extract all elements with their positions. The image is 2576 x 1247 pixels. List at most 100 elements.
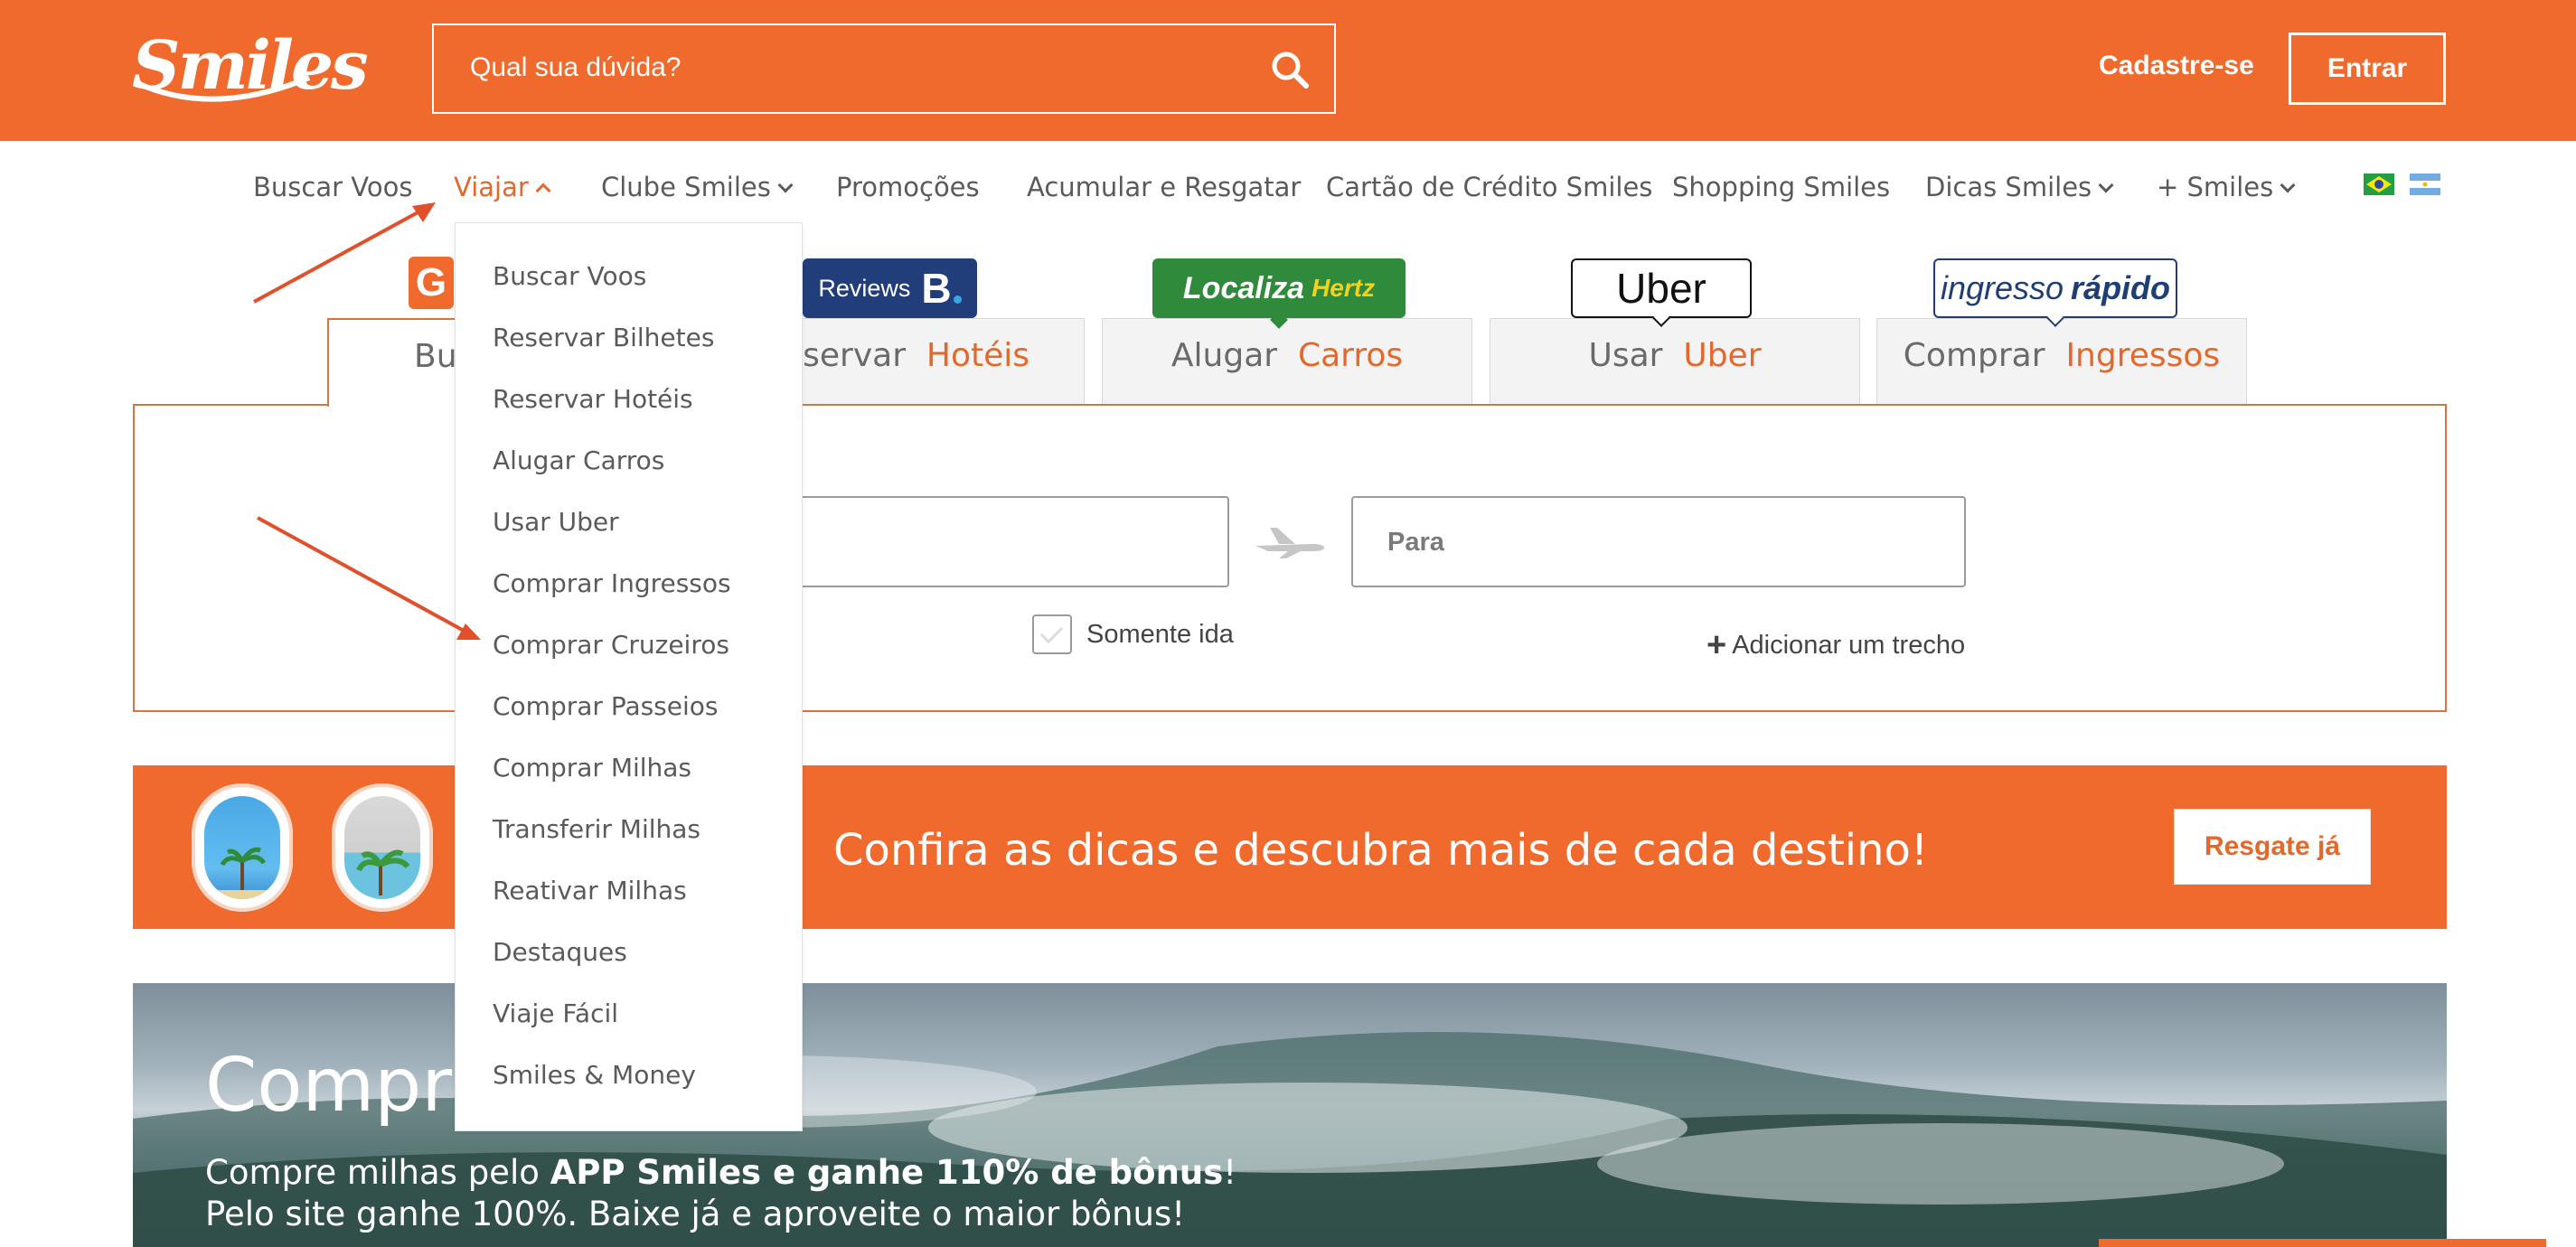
tab-verb: Bu	[414, 338, 457, 375]
tab-noun: Carros	[1297, 337, 1404, 374]
nav-item-promocoes[interactable]: Promoções	[836, 172, 980, 202]
badge-text: Localiza	[1182, 270, 1305, 305]
flag-argentina-icon[interactable]	[2410, 173, 2440, 195]
tab-label: Comprar Ingressos	[1877, 337, 2246, 374]
nav-label: Buscar Voos	[253, 172, 413, 202]
menu-item-reativar-milhas[interactable]: Reativar Milhas	[493, 876, 687, 905]
plus-icon: +	[1706, 626, 1727, 664]
tab-comprar-ingressos[interactable]: Comprar Ingressos	[1876, 318, 2247, 404]
nav-label: Acumular e Resgatar	[1027, 172, 1302, 202]
arrow-to-viajar	[253, 209, 422, 304]
add-leg-link[interactable]: + Adicionar um trecho	[1706, 624, 1966, 664]
one-way-label: Somente ida	[1086, 620, 1234, 649]
nav-label: + Smiles	[2157, 172, 2274, 202]
badge-text: ingresso	[1940, 269, 2064, 306]
hero-sub-prefix: Compre milhas pelo	[205, 1153, 550, 1192]
menu-item-buscar-voos[interactable]: Buscar Voos	[493, 261, 646, 291]
plane-icon	[1255, 528, 1324, 558]
menu-item-viaje-facil[interactable]: Viaje Fácil	[493, 999, 618, 1028]
nav-label: Viajar	[454, 172, 529, 202]
uber-logo: Uber	[1571, 258, 1752, 327]
resgate-button[interactable]: Resgate já	[2174, 809, 2371, 885]
nav-item-mais-smiles[interactable]: + Smiles	[2157, 172, 2296, 202]
menu-item-usar-uber[interactable]: Usar Uber	[493, 507, 619, 537]
menu-item-comprar-milhas[interactable]: Comprar Milhas	[493, 753, 691, 783]
smiles-badge-logo: G	[409, 257, 454, 309]
search-icon[interactable]	[1269, 49, 1311, 90]
login-button[interactable]: Entrar	[2289, 33, 2446, 105]
badge-text: G	[415, 260, 447, 305]
nav-item-cartao-credito[interactable]: Cartão de Crédito Smiles	[1326, 172, 1652, 202]
nav-item-acumular-resgatar[interactable]: Acumular e Resgatar	[1027, 172, 1301, 202]
menu-item-destaques[interactable]: Destaques	[493, 937, 627, 967]
booking-reviews-logo: Reviews B	[803, 258, 977, 318]
badge-extra-text: Hertz	[1312, 274, 1376, 302]
destination-input[interactable]: Para	[1351, 496, 1966, 587]
nav-label: Promoções	[836, 172, 980, 202]
chevron-down-icon	[2098, 177, 2114, 193]
menu-item-reservar-hoteis[interactable]: Reservar Hotéis	[493, 384, 693, 414]
chevron-up-icon	[535, 183, 551, 199]
signup-link[interactable]: Cadastre-se	[2099, 51, 2254, 81]
tab-verb: Alugar	[1170, 337, 1278, 374]
ingresso-rapido-logo: ingresso rápido	[1933, 258, 2177, 327]
tab-noun: Hotéis	[926, 337, 1030, 374]
logo-swoosh-icon	[136, 75, 311, 102]
menu-item-transferir-milhas[interactable]: Transferir Milhas	[493, 814, 700, 844]
menu-item-comprar-cruzeiros[interactable]: Comprar Cruzeiros	[493, 630, 729, 660]
nav-item-buscar-voos[interactable]: Buscar Voos	[253, 172, 412, 202]
tab-noun: Uber	[1683, 337, 1762, 374]
chevron-down-icon	[777, 177, 794, 193]
palm-tree-icon	[356, 849, 410, 895]
nav-label: Dicas Smiles	[1925, 172, 2092, 202]
hero-title: Compra	[205, 1043, 498, 1129]
menu-item-comprar-passeios[interactable]: Comprar Passeios	[493, 691, 719, 721]
viajar-dropdown-menu: Buscar Voos Reservar Bilhetes Reservar H…	[455, 222, 803, 1131]
nav-item-clube-smiles[interactable]: Clube Smiles	[601, 172, 794, 202]
menu-item-reservar-bilhetes[interactable]: Reservar Bilhetes	[493, 323, 714, 352]
tab-label: Usar Uber	[1490, 337, 1859, 374]
site-header: Smiles Qual sua dúvida? Cadastre-se Entr…	[0, 0, 2576, 141]
search-placeholder: Qual sua dúvida?	[470, 52, 682, 82]
window-view-sky	[204, 796, 280, 899]
help-search-input[interactable]: Qual sua dúvida?	[432, 23, 1336, 114]
tab-noun: Ingressos	[2065, 337, 2221, 374]
nav-item-shopping-smiles[interactable]: Shopping Smiles	[1672, 172, 1890, 202]
hero-cta-strip[interactable]	[2099, 1239, 2546, 1247]
badge-extra-text: rápido	[2071, 269, 2171, 306]
window-view-beach	[344, 796, 420, 899]
hero-subtitle: Compre milhas pelo APP Smiles e ganhe 11…	[205, 1153, 1236, 1192]
menu-item-smiles-money[interactable]: Smiles & Money	[493, 1060, 696, 1090]
tab-alugar-carros[interactable]: Alugar Carros	[1102, 318, 1472, 404]
localiza-hertz-logo: Localiza Hertz	[1152, 258, 1406, 329]
origin-input[interactable]	[777, 496, 1229, 587]
add-leg-label: Adicionar um trecho	[1732, 631, 1966, 660]
booking-dot	[953, 295, 962, 304]
hero-subtitle-2: Pelo site ganhe 100%. Baixe já e aprovei…	[205, 1195, 1186, 1233]
booking-b-mark: B	[921, 265, 952, 312]
one-way-checkbox[interactable]	[1032, 614, 1072, 654]
menu-item-alugar-carros[interactable]: Alugar Carros	[493, 445, 664, 475]
flag-brazil-icon[interactable]	[2364, 173, 2394, 195]
menu-item-comprar-ingressos[interactable]: Comprar Ingressos	[493, 568, 731, 598]
nav-label: Clube Smiles	[601, 172, 771, 202]
tab-verb: Usar	[1588, 337, 1663, 374]
airplane-window-icon	[332, 783, 433, 912]
airplane-window-icon	[192, 783, 293, 912]
tab-label: Alugar Carros	[1103, 337, 1471, 374]
tab-usar-uber[interactable]: Usar Uber	[1490, 318, 1860, 404]
nav-label: Shopping Smiles	[1672, 172, 1891, 202]
badge-text: Uber	[1616, 265, 1706, 312]
nav-item-viajar[interactable]: Viajar	[454, 172, 551, 202]
palm-tree-icon	[204, 847, 280, 899]
hero-sub-bold: APP Smiles e ganhe 110% de bônus	[550, 1153, 1224, 1192]
badge-text: Reviews	[818, 274, 911, 302]
destination-placeholder: Para	[1387, 528, 1444, 557]
hero-sub-suffix: !	[1223, 1153, 1237, 1192]
arrowhead-icon	[412, 202, 436, 222]
banner-text: Confira as dicas e descubra mais de cada…	[833, 825, 1929, 876]
nav-label: Cartão de Crédito Smiles	[1326, 172, 1653, 202]
chevron-down-icon	[2280, 177, 2296, 193]
nav-item-dicas-smiles[interactable]: Dicas Smiles	[1925, 172, 2114, 202]
smiles-logo[interactable]: Smiles	[132, 27, 369, 108]
